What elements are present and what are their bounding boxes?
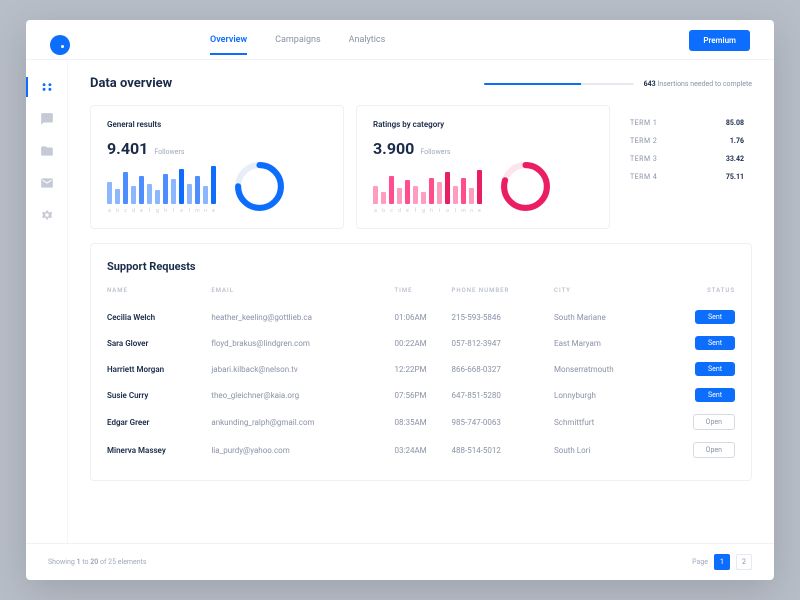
table-row: Minerva Masseylia_purdy@yahoo.com03:24AM… bbox=[107, 436, 735, 464]
body: Data overview 643 Insertions needed to c… bbox=[26, 60, 774, 543]
bar bbox=[147, 184, 152, 204]
terms-list: TERM 185.08 TERM 21.76 TERM 333.42 TERM 475… bbox=[622, 105, 752, 229]
bar bbox=[211, 166, 216, 204]
bar bbox=[381, 192, 386, 204]
table-row: Cecilia Welchheather_keeling@gottlieb.ca… bbox=[107, 304, 735, 330]
bar bbox=[429, 178, 434, 204]
bar bbox=[107, 182, 112, 204]
settings-icon[interactable] bbox=[40, 208, 54, 222]
tab-analytics[interactable]: Analytics bbox=[349, 35, 386, 55]
bar bbox=[123, 172, 128, 204]
metric-label: Followers bbox=[420, 148, 450, 156]
table-row: Harriett Morganjabari.kilback@nelson.tv1… bbox=[107, 356, 735, 382]
card-title: General results bbox=[107, 120, 327, 129]
general-results-card: General results 9.401 Followers abcdefghi… bbox=[90, 105, 344, 229]
top-tabs: Overview Campaigns Analytics bbox=[210, 35, 385, 55]
bar bbox=[187, 184, 192, 204]
term-row: TERM 333.42 bbox=[630, 155, 744, 163]
cards-row: General results 9.401 Followers abcdefghi… bbox=[90, 105, 752, 229]
progress-bar bbox=[484, 83, 634, 85]
ratings-bars bbox=[373, 164, 482, 204]
term-row: TERM 21.76 bbox=[630, 137, 744, 145]
sidebar bbox=[26, 60, 68, 543]
term-row: TERM 185.08 bbox=[630, 119, 744, 127]
pagination-info: Showing 1 to 20 of 25 elements bbox=[48, 558, 147, 566]
table-row: Sara Gloverfloyd_brakus@lindgren.com00:2… bbox=[107, 330, 735, 356]
ratings-bar-labels: abcdefghiolmne bbox=[373, 208, 482, 214]
ratings-card: Ratings by category 3.900 Followers abcde… bbox=[356, 105, 610, 229]
bar bbox=[115, 189, 120, 204]
bar bbox=[405, 180, 410, 204]
tab-campaigns[interactable]: Campaigns bbox=[275, 35, 320, 55]
main-content: Data overview 643 Insertions needed to c… bbox=[68, 60, 774, 543]
metric-value: 3.900 bbox=[373, 139, 414, 158]
mail-icon[interactable] bbox=[40, 176, 54, 190]
support-table: NAMEEMAILTIMEPHONE NUMBERCITYSTATUS Ceci… bbox=[107, 287, 735, 464]
page-controls: Page 1 2 bbox=[692, 554, 752, 570]
page-2-button[interactable]: 2 bbox=[736, 554, 752, 570]
bar bbox=[445, 172, 450, 204]
metric-label: Followers bbox=[154, 148, 184, 156]
general-bars bbox=[107, 164, 216, 204]
folder-icon[interactable] bbox=[40, 144, 54, 158]
status-badge[interactable]: Sent bbox=[695, 362, 735, 376]
bar bbox=[155, 190, 160, 204]
general-donut bbox=[232, 159, 287, 214]
ratings-donut bbox=[498, 159, 553, 214]
progress-wrap: 643 Insertions needed to complete bbox=[484, 80, 752, 88]
bar bbox=[469, 188, 474, 204]
bar bbox=[413, 186, 418, 204]
term-row: TERM 475.11 bbox=[630, 173, 744, 181]
bar bbox=[203, 186, 208, 204]
chat-icon[interactable] bbox=[40, 112, 54, 126]
logo-icon bbox=[50, 35, 70, 55]
footer: Showing 1 to 20 of 25 elements Page 1 2 bbox=[26, 543, 774, 580]
support-card: Support Requests NAMEEMAILTIMEPHONE NUMB… bbox=[90, 243, 752, 481]
bar bbox=[195, 176, 200, 204]
status-badge[interactable]: Sent bbox=[695, 310, 735, 324]
bar bbox=[437, 182, 442, 204]
table-row: Susie Currytheo_gleichner@kaia.org07:56P… bbox=[107, 382, 735, 408]
support-title: Support Requests bbox=[107, 260, 735, 273]
bar bbox=[461, 178, 466, 204]
status-badge[interactable]: Sent bbox=[695, 336, 735, 350]
general-bar-labels: abcdefghiolmne bbox=[107, 208, 216, 214]
status-badge[interactable]: Open bbox=[693, 442, 735, 458]
app-window: Overview Campaigns Analytics Premium Dat… bbox=[26, 20, 774, 580]
table-row: Edgar Greerankunding_ralph@gmail.com08:3… bbox=[107, 408, 735, 436]
tab-overview[interactable]: Overview bbox=[210, 35, 247, 55]
bar bbox=[171, 179, 176, 204]
bar bbox=[477, 170, 482, 204]
bar bbox=[397, 188, 402, 204]
bar bbox=[139, 176, 144, 204]
bar bbox=[421, 192, 426, 204]
card-title: Ratings by category bbox=[373, 120, 593, 129]
bar bbox=[163, 174, 168, 204]
title-row: Data overview 643 Insertions needed to c… bbox=[90, 76, 752, 91]
premium-button[interactable]: Premium bbox=[689, 30, 750, 51]
page-title: Data overview bbox=[90, 76, 172, 91]
header: Overview Campaigns Analytics Premium bbox=[26, 20, 774, 60]
bar bbox=[373, 186, 378, 204]
bar bbox=[179, 169, 184, 204]
dashboard-icon[interactable] bbox=[40, 80, 54, 94]
bar bbox=[389, 176, 394, 204]
metric-value: 9.401 bbox=[107, 139, 148, 158]
page-label: Page bbox=[692, 558, 708, 566]
status-badge[interactable]: Open bbox=[693, 414, 735, 430]
page-1-button[interactable]: 1 bbox=[714, 554, 730, 570]
bar bbox=[453, 186, 458, 204]
bar bbox=[131, 186, 136, 204]
progress-text: 643 Insertions needed to complete bbox=[644, 80, 752, 88]
status-badge[interactable]: Sent bbox=[695, 388, 735, 402]
